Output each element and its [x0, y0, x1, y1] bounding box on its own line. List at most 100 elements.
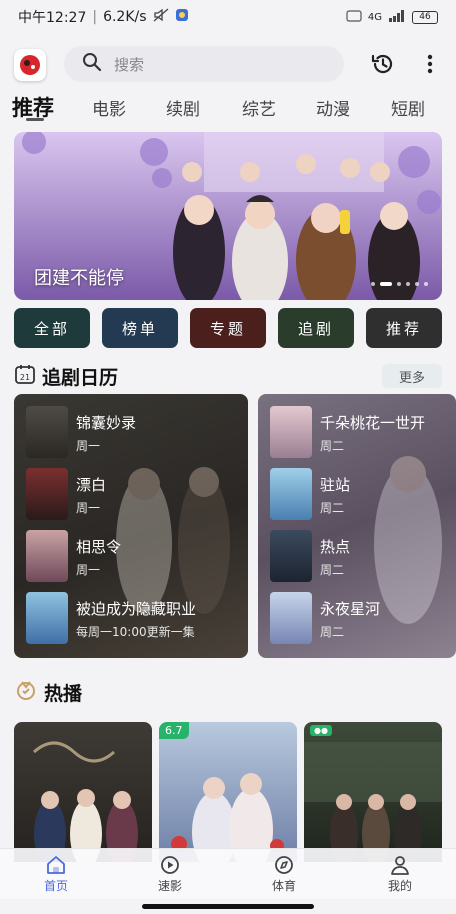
hot-poster-image	[171, 773, 284, 862]
calendar-item-title: 热点	[320, 538, 351, 556]
tab-anime[interactable]: 动漫	[316, 95, 350, 120]
battery-level: 46	[419, 12, 431, 22]
compass-icon	[275, 856, 293, 874]
calendar-item[interactable]: 相思令 周一	[26, 530, 246, 584]
status-time: 中午12:27	[18, 10, 87, 26]
top-bar: 搜索	[0, 44, 456, 84]
calendar-item-schedule: 周二	[320, 563, 345, 577]
medal-icon	[14, 678, 38, 706]
calendar-title: 追剧日历	[42, 366, 119, 389]
status-speed: 6.2K/s	[103, 9, 147, 25]
carousel-dot-active	[380, 282, 392, 286]
calendar-item[interactable]: 驻站 周二	[270, 468, 456, 522]
hot-poster-image	[32, 741, 138, 862]
calendar-item-schedule: 周二	[320, 501, 345, 515]
calendar-item[interactable]: 永夜星河 周二	[270, 592, 456, 646]
poster-thumbnail	[26, 592, 68, 644]
history-icon[interactable]	[370, 51, 396, 81]
calendar-card-tuesday[interactable]: 千朵桃花一世开 周二 驻站 周二 热点 周二 永夜星河 周二	[258, 394, 456, 658]
carousel-indicator	[371, 282, 428, 286]
carousel-dot	[415, 282, 419, 286]
hot-poster-image	[304, 742, 442, 862]
hot-section-header: 热播	[14, 677, 442, 707]
app-logo[interactable]	[14, 49, 46, 81]
home-icon	[47, 856, 65, 874]
mute-icon	[153, 8, 169, 26]
nav-quick-video-label: 速影	[157, 879, 182, 893]
tab-movie[interactable]: 电影	[92, 95, 126, 120]
poster-thumbnail	[270, 592, 312, 644]
nav-quick-video[interactable]: 速影	[140, 855, 200, 894]
battery-icon: 46	[412, 10, 438, 24]
search-placeholder: 搜索	[114, 55, 145, 74]
nav-profile[interactable]: 我的	[370, 855, 430, 894]
poster-thumbnail	[26, 530, 68, 582]
rating-badge: 6.7	[159, 722, 189, 739]
home-indicator[interactable]	[142, 904, 314, 909]
poster-thumbnail	[270, 530, 312, 582]
tab-short-drama[interactable]: 短剧	[391, 95, 425, 120]
calendar-item-title: 锦囊妙录	[76, 414, 137, 432]
carousel-dot	[424, 282, 428, 286]
bottom-navigation: 首页 速影 体育 我的	[0, 848, 456, 899]
calendar-item-schedule: 周一	[76, 501, 101, 515]
tab-variety[interactable]: 综艺	[242, 95, 276, 120]
calendar-item-schedule: 每周一10:00更新一集	[76, 625, 195, 639]
calendar-item-title: 永夜星河	[320, 600, 381, 618]
nav-sports[interactable]: 体育	[254, 855, 314, 894]
search-icon	[82, 52, 102, 76]
carousel-dot	[397, 282, 401, 286]
sim-icon	[346, 9, 362, 25]
quick-link-recommend[interactable]: 推荐	[366, 308, 442, 348]
quick-link-follow[interactable]: 追剧	[278, 308, 354, 348]
calendar-item[interactable]: 被迫成为隐藏职业 每周一10:00更新一集	[26, 592, 246, 646]
nav-home-label: 首页	[43, 879, 68, 893]
user-icon	[391, 856, 409, 875]
status-bar: 中午12:27 | 6.2K/s 4G 46	[0, 0, 456, 34]
signal-icon	[388, 9, 406, 25]
calendar-item-schedule: 周一	[76, 563, 101, 577]
nav-sports-label: 体育	[271, 879, 296, 893]
hot-poster-card[interactable]: ●●	[304, 722, 442, 862]
calendar-section-header: 21 追剧日历 更多	[14, 361, 442, 391]
logo-mark-icon	[20, 55, 40, 75]
quick-link-rankings[interactable]: 榜单	[102, 308, 178, 348]
tab-series[interactable]: 续剧	[166, 95, 200, 120]
category-tabs: 推荐 电影 续剧 综艺 动漫 短剧	[0, 88, 456, 128]
calendar-icon: 21	[14, 363, 36, 389]
calendar-item-title: 千朵桃花一世开	[320, 414, 426, 432]
search-input[interactable]: 搜索	[64, 46, 344, 82]
poster-thumbnail	[270, 468, 312, 520]
quick-links: 全部 榜单 专题 追剧 推荐	[14, 308, 442, 348]
hot-poster-card[interactable]	[14, 722, 152, 862]
calendar-item[interactable]: 锦囊妙录 周一	[26, 406, 246, 460]
quick-link-all[interactable]: 全部	[14, 308, 90, 348]
calendar-item-title: 驻站	[320, 476, 351, 494]
svg-text:21: 21	[20, 373, 30, 382]
poster-thumbnail	[26, 406, 68, 458]
calendar-more-button[interactable]: 更多	[382, 364, 442, 388]
carousel-dot	[406, 282, 410, 286]
calendar-item-title: 相思令	[76, 538, 122, 556]
banner-caption: 团建不能停	[34, 268, 124, 289]
hot-title: 热播	[44, 682, 83, 705]
calendar-item-schedule: 周二	[320, 439, 345, 453]
calendar-item-schedule: 周一	[76, 439, 101, 453]
calendar-item[interactable]: 热点 周二	[270, 530, 456, 584]
banner-carousel[interactable]: 团建不能停	[14, 132, 442, 300]
hot-poster-card[interactable]: 6.7	[159, 722, 297, 862]
calendar-item-title: 漂白	[76, 476, 107, 494]
carousel-dot	[371, 282, 375, 286]
app-notification-icon	[175, 8, 189, 26]
calendar-item[interactable]: 漂白 周一	[26, 468, 246, 522]
poster-thumbnail	[26, 468, 68, 520]
calendar-card-monday[interactable]: 锦囊妙录 周一 漂白 周一 相思令 周一 被迫成为隐藏职业 每周一10:00更新…	[14, 394, 248, 658]
source-badge-icon: ●●	[310, 725, 332, 736]
quick-link-topics[interactable]: 专题	[190, 308, 266, 348]
calendar-item[interactable]: 千朵桃花一世开 周二	[270, 406, 456, 460]
nav-profile-label: 我的	[387, 879, 412, 893]
calendar-item-schedule: 周二	[320, 625, 345, 639]
calendar-item-title: 被迫成为隐藏职业	[76, 600, 197, 618]
more-options-icon[interactable]	[418, 51, 442, 81]
nav-home[interactable]: 首页	[26, 855, 86, 894]
